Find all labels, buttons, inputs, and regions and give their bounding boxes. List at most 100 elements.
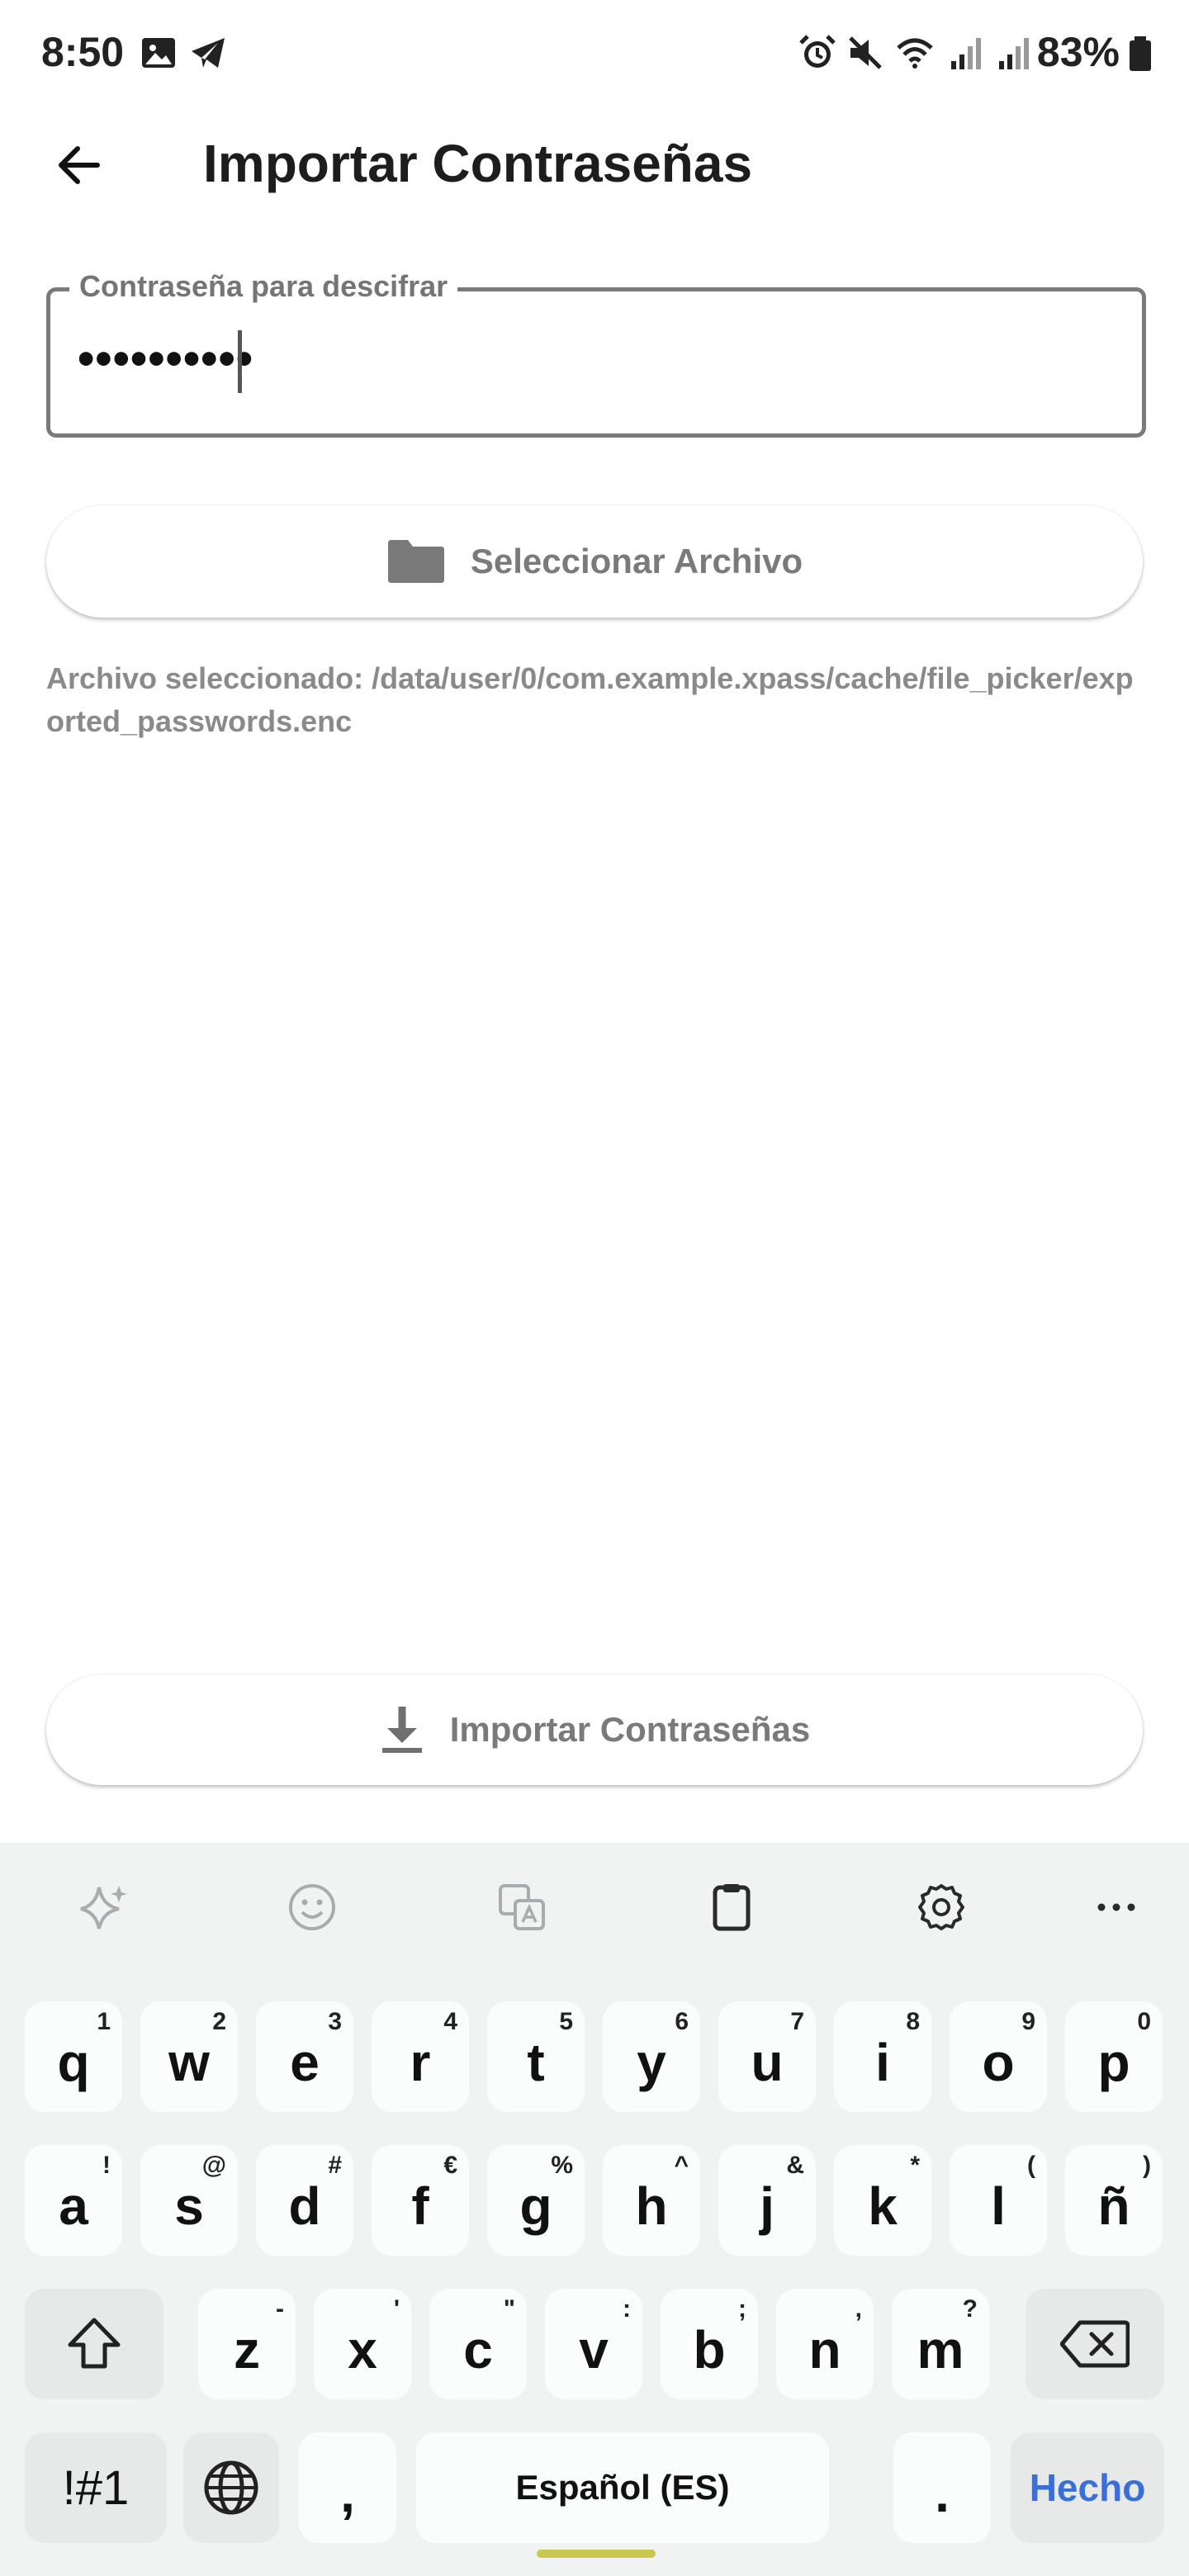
key-p[interactable]: 0p [1065,2001,1163,2112]
key-label: j [760,2176,775,2236]
shift-key[interactable] [25,2289,163,2399]
key-o[interactable]: 9o [950,2001,1047,2112]
clipboard-icon[interactable] [705,1881,758,1934]
key-ñ[interactable]: ) ñ [1065,2145,1163,2256]
key-label: m [917,2320,964,2379]
select-file-button[interactable]: Seleccionar Archivo [46,505,1143,618]
signal-icon-1 [951,38,981,69]
key-secondary-label: # [328,2152,342,2179]
key-label: i [875,2033,890,2092]
battery-icon [1130,36,1151,71]
globe-icon [204,2460,258,2515]
key-y[interactable]: 6y [603,2001,700,2112]
import-passwords-button[interactable]: Importar Contraseñas [46,1674,1143,1785]
gallery-notification-icon [142,38,175,68]
key-secondary-label: , [855,2295,862,2323]
key-h[interactable]: ^ h [603,2145,700,2256]
key-secondary-label: 8 [906,2008,920,2035]
key-i[interactable]: 8i [834,2001,931,2112]
key-j[interactable]: & j [718,2145,816,2256]
key-label: x [348,2320,377,2379]
translate-icon[interactable] [495,1881,548,1934]
key-r[interactable]: 4r [372,2001,469,2112]
key-secondary-label: ( [1027,2152,1035,2179]
status-time: 8:50 [41,29,125,75]
key-secondary-label: % [551,2152,573,2179]
key-f[interactable]: € f [372,2145,469,2256]
key-q[interactable]: 1q [25,2001,122,2112]
key-secondary-label: 3 [328,2008,342,2035]
key-l[interactable]: (l [950,2145,1047,2256]
key-label: y [637,2033,666,2092]
space-key[interactable]: Español (ES) [416,2432,829,2543]
more-icon[interactable] [1090,1881,1143,1934]
key-n[interactable]: ,n [776,2289,874,2399]
backspace-key[interactable] [1026,2289,1164,2399]
key-secondary-label: € [443,2152,457,2179]
comma-key[interactable]: , [299,2432,396,2543]
import-passwords-label: Importar Contraseñas [449,1710,811,1749]
key-label: z [234,2320,260,2379]
key-e[interactable]: 3e [256,2001,353,2112]
key-s[interactable]: @ s [140,2145,238,2256]
key-c[interactable]: " c [429,2289,527,2399]
key-label: g [519,2176,552,2236]
key-secondary-label: ' [393,2295,400,2323]
key-secondary-label: @ [201,2152,226,2179]
folder-icon [387,540,444,583]
emoji-icon[interactable] [286,1881,339,1934]
download-icon [381,1707,422,1753]
key-label: ñ [1097,2176,1130,2236]
wifi-icon [897,38,933,69]
key-label: e [290,2033,320,2092]
done-key-label: Hecho [1029,2466,1146,2509]
key-label: t [527,2033,545,2092]
key-w[interactable]: 2w [140,2001,238,2112]
key-label: n [808,2320,841,2379]
key-k[interactable]: * k [834,2145,931,2256]
key-a[interactable]: ! a [25,2145,122,2256]
key-secondary-label: - [276,2295,284,2323]
key-label: k [868,2176,898,2236]
battery-percentage: 83% [1036,29,1120,75]
key-secondary-label: ) [1143,2152,1151,2179]
key-z[interactable]: -z [198,2289,296,2399]
key-secondary-label: & [786,2152,804,2179]
key-secondary-label: " [503,2295,515,2323]
period-key-label: . [935,2464,950,2523]
key-secondary-label: ^ [674,2152,689,2179]
key-x[interactable]: ' x [314,2289,411,2399]
sparkle-icon[interactable] [78,1881,130,1934]
selected-file-path: Archivo seleccionado: /data/user/0/com.e… [46,661,1134,738]
back-button[interactable] [46,132,112,198]
navigation-handle[interactable] [537,2550,656,2558]
key-label: l [991,2176,1006,2236]
key-secondary-label: 2 [212,2008,226,2035]
key-label: d [288,2176,321,2236]
signal-icon-2 [999,38,1029,69]
language-key[interactable] [183,2432,279,2543]
key-t[interactable]: 5t [487,2001,585,2112]
password-input-value[interactable]: •••••••••• [78,330,253,388]
key-secondary-label: 9 [1021,2008,1035,2035]
telegram-notification-icon [192,38,225,68]
key-v[interactable]: :v [545,2289,642,2399]
settings-icon[interactable] [915,1881,968,1934]
shift-arrow-icon [68,2318,121,2369]
symbols-key[interactable]: !#1 [25,2432,167,2543]
key-m[interactable]: ? m [892,2289,989,2399]
key-secondary-label: 4 [443,2008,457,2035]
key-secondary-label: * [910,2152,920,2179]
password-field-label: Contraseña para descifrar [69,269,458,304]
key-secondary-label: 5 [559,2008,573,2035]
key-label: w [168,2033,210,2092]
key-label: h [635,2176,668,2236]
key-g[interactable]: % g [487,2145,585,2256]
period-key[interactable]: . [893,2432,991,2543]
key-label: v [579,2320,609,2379]
done-key[interactable]: Hecho [1011,2432,1164,2543]
key-label: s [174,2176,204,2236]
key-d[interactable]: # d [256,2145,353,2256]
key-b[interactable]: ; b [661,2289,758,2399]
key-u[interactable]: 7u [718,2001,816,2112]
